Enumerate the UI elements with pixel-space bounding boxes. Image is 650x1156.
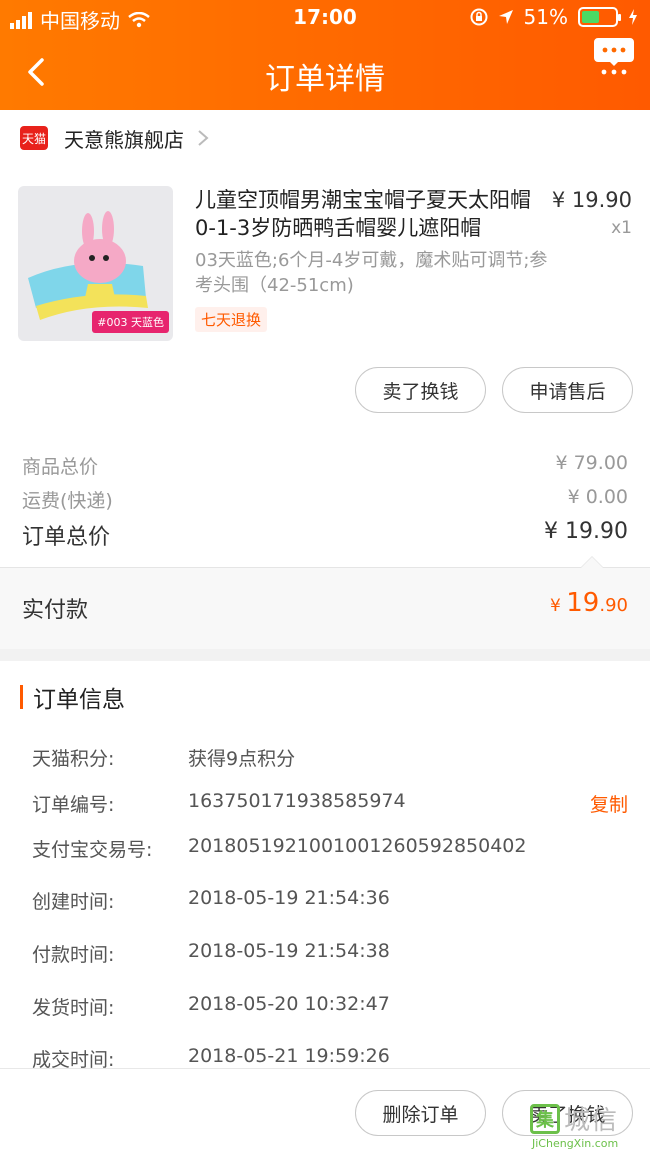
info-label-order-number: 订单编号: [32, 794, 115, 816]
info-value-paid-time: 2018-05-19 21:54:38 [188, 940, 390, 962]
product-image[interactable]: #003 天蓝色 [18, 186, 173, 341]
order-info-heading: 订单信息 [20, 682, 125, 713]
info-value-deal-time: 2018-05-21 19:59:26 [188, 1045, 390, 1067]
product-price: ¥ 19.90 [551, 188, 632, 212]
battery-icon [578, 7, 621, 27]
product-title[interactable]: 儿童空顶帽男潮宝宝帽子夏天太阳帽0-1-3岁防晒鸭舌帽婴儿遮阳帽 [195, 186, 545, 242]
delete-order-button[interactable]: 删除订单 [355, 1090, 486, 1136]
shipping-label: 运费(快递) [22, 490, 113, 512]
charging-icon [629, 9, 637, 25]
location-icon [498, 10, 513, 24]
info-label-alipay-number: 支付宝交易号: [32, 839, 153, 861]
more-button[interactable] [592, 34, 636, 78]
info-label-points: 天猫积分: [32, 748, 115, 770]
battery-fill [582, 11, 599, 23]
image-tag: #003 天蓝色 [92, 311, 169, 333]
info-label-created: 创建时间: [32, 891, 115, 913]
paid-section: 实付款 ¥ 19.90 [0, 556, 650, 649]
info-value-order-number: 163750171938585974 [188, 790, 406, 812]
store-name: 天意熊旗舰店 [64, 127, 184, 152]
sell-for-cash-button[interactable]: 卖了换钱 [355, 367, 486, 413]
header-bar: 中国移动 17:00 51% 订单详情 [0, 0, 650, 110]
tmall-logo: 天猫 [20, 126, 48, 150]
shipping-value: ¥ 0.00 [567, 486, 628, 508]
chevron-right-icon [198, 130, 209, 146]
info-value-points: 获得9点积分 [188, 748, 296, 770]
order-total-value: ¥ 19.90 [544, 519, 628, 544]
copy-button[interactable]: 复制 [590, 790, 628, 817]
goods-total-value: ¥ 79.00 [555, 452, 628, 474]
paid-label: 实付款 [22, 598, 89, 623]
goods-total-label: 商品总价 [22, 456, 99, 478]
info-value-created: 2018-05-19 21:54:36 [188, 887, 390, 909]
battery-percent: 51% [523, 5, 568, 29]
info-value-shipped-time: 2018-05-20 10:32:47 [188, 993, 390, 1015]
product-quantity: x1 [611, 218, 632, 238]
section-divider [0, 649, 650, 661]
more-icon [594, 38, 634, 75]
paid-amount: ¥ 19.90 [550, 588, 628, 618]
status-bar: 中国移动 17:00 51% [0, 0, 650, 36]
order-total-label: 订单总价 [22, 525, 111, 550]
pointer-arrow [580, 556, 604, 568]
info-label-paid-time: 付款时间: [32, 944, 115, 966]
info-label-shipped-time: 发货时间: [32, 997, 115, 1019]
info-value-alipay-number: 2018051921001001260592850402 [188, 835, 527, 857]
after-sale-button[interactable]: 申请售后 [502, 367, 633, 413]
heading-accent-bar [20, 685, 23, 709]
watermark: 集 城信 JiChengXin.com [530, 1100, 648, 1150]
return-badge: 七天退换 [195, 307, 268, 332]
watermark-logo-icon: 集 [530, 1103, 560, 1134]
product-spec: 03天蓝色;6个月-4岁可戴，魔术贴可调节;参考头围（42-51cm) [195, 250, 548, 296]
page-title: 订单详情 [265, 62, 385, 97]
store-row[interactable]: 天猫 天意熊旗舰店 [0, 110, 650, 166]
lock-rotation-icon [470, 8, 488, 26]
